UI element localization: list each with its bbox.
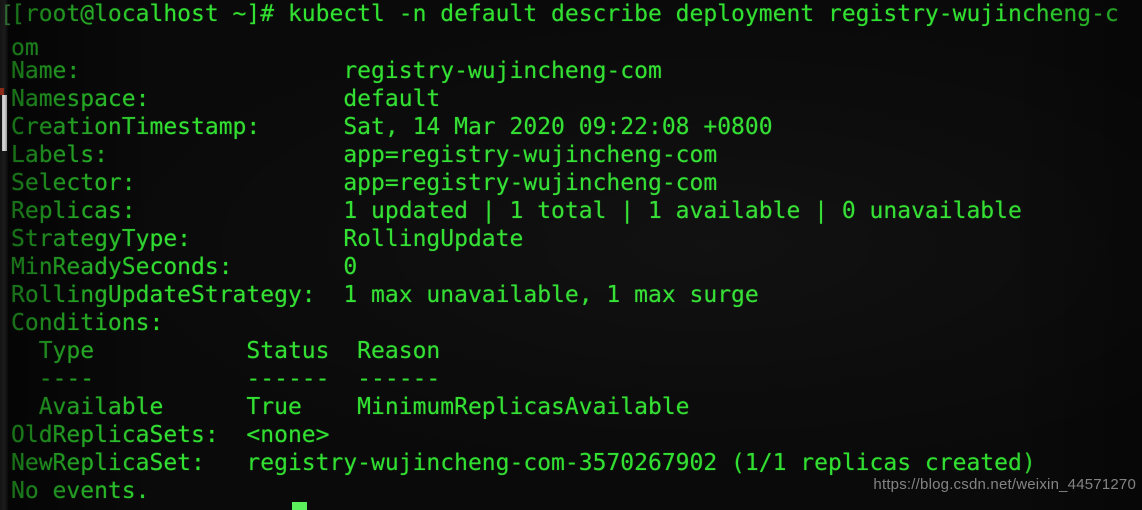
- terminal-line-strategy-type: StrategyType: RollingUpdate: [11, 226, 524, 252]
- terminal-cursor: [292, 502, 307, 510]
- terminal-line-old-replicasets: OldReplicaSets: <none>: [11, 422, 330, 448]
- terminal-line-creation-timestamp: CreationTimestamp: Sat, 14 Mar 2020 09:2…: [11, 114, 773, 140]
- terminal-window: [root@localhost ~]# kubectl -n default d…: [0, 0, 1142, 510]
- conditions-table-header-row: Type Status Reason: [11, 338, 441, 364]
- window-edge-marker: [0, 88, 4, 95]
- scrollbar-thumb[interactable]: [2, 95, 7, 151]
- window-left-edge: [0, 0, 8, 510]
- terminal-line-namespace: Namespace: default: [11, 86, 441, 112]
- terminal-line-rolling-update-strategy: RollingUpdateStrategy: 1 max unavailable…: [11, 282, 759, 308]
- terminal-line-new-replicaset: NewReplicaSet: registry-wujincheng-com-3…: [11, 450, 1036, 476]
- watermark-text: https://blog.csdn.net/weixin_44571270: [873, 476, 1136, 493]
- terminal-line-replicas: Replicas: 1 updated | 1 total | 1 availa…: [11, 198, 1022, 224]
- conditions-table-separator-row: ---- ------ ------: [11, 366, 441, 392]
- terminal-line-min-ready-seconds: MinReadySeconds: 0: [11, 254, 358, 280]
- terminal-output-area[interactable]: [root@localhost ~]# kubectl -n default d…: [0, 0, 1142, 510]
- terminal-line-labels: Labels: app=registry-wujincheng-com: [11, 142, 718, 168]
- terminal-line-command: [root@localhost ~]# kubectl -n default d…: [11, 1, 1119, 27]
- conditions-table-row: Available True MinimumReplicasAvailable: [11, 394, 690, 420]
- terminal-line-conditions-header: Conditions:: [11, 310, 164, 336]
- terminal-line-selector: Selector: app=registry-wujincheng-com: [11, 170, 718, 196]
- terminal-line-command-wrap: om: [11, 35, 39, 61]
- terminal-line-no-events: No events.: [11, 478, 150, 504]
- terminal-line-name: Name: registry-wujincheng-com: [11, 58, 662, 84]
- background-window-glyph: [: [0, 2, 14, 28]
